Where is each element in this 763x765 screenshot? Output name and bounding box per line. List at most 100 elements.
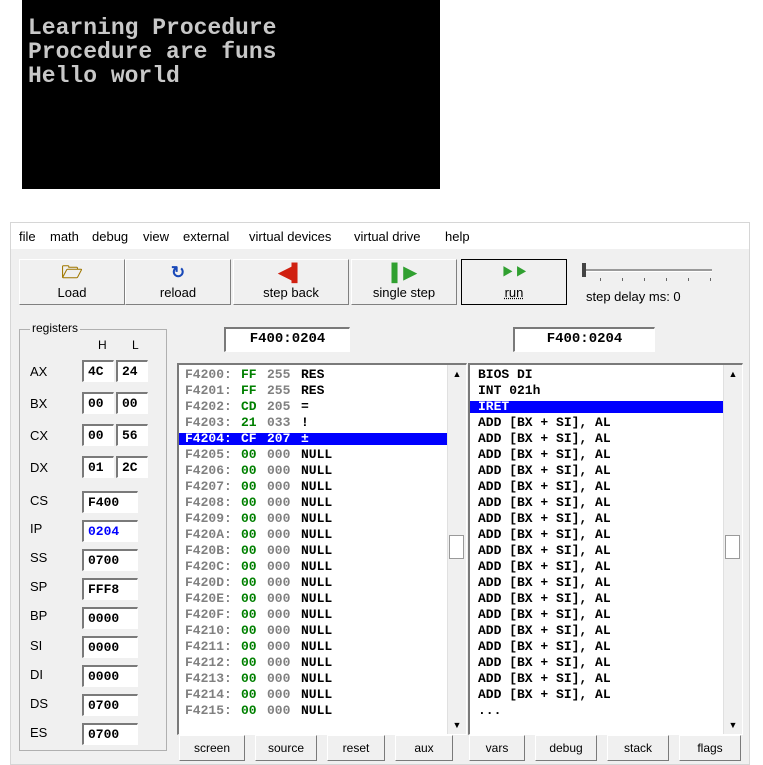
memory-row[interactable]: F4203: 21 033!	[179, 416, 447, 429]
disasm-row[interactable]: ...	[470, 704, 723, 717]
scroll-up-icon[interactable]: ▲	[448, 365, 466, 383]
menu-file[interactable]: file	[19, 229, 36, 244]
disasm-row[interactable]: ADD [BX + SI], AL	[470, 416, 723, 429]
run-button[interactable]: ⯈⯈ run	[461, 259, 567, 305]
disasm-row[interactable]: ADD [BX + SI], AL	[470, 544, 723, 557]
scroll-down-icon[interactable]: ▼	[448, 716, 466, 734]
disasm-row[interactable]: ADD [BX + SI], AL	[470, 576, 723, 589]
memory-row[interactable]: F4209: 00 000 NULL	[179, 512, 447, 525]
disasm-row[interactable]: ADD [BX + SI], AL	[470, 672, 723, 685]
memory-row[interactable]: F420B: 00 000 NULL	[179, 543, 447, 558]
memory-row[interactable]: F420F: 00 000 NULL	[179, 608, 447, 621]
memory-row[interactable]: F4205: 00 000 NULL	[179, 447, 447, 462]
disasm-row[interactable]: IRET	[470, 400, 723, 413]
disasm-row[interactable]: ADD [BX + SI], AL	[470, 528, 723, 541]
source-button[interactable]: source	[255, 735, 317, 761]
memory-row[interactable]: F4215: 00 000 NULL	[179, 704, 447, 717]
memory-row[interactable]: F420E: 00 000 NULL	[179, 592, 447, 605]
disasm-row[interactable]: ADD [BX + SI], AL	[470, 496, 723, 509]
slider-thumb[interactable]	[582, 263, 586, 277]
reg-cs-value[interactable]: F400	[82, 491, 138, 513]
reg-ds-value[interactable]: 0700	[82, 694, 138, 716]
memory-address-field[interactable]: F400:0204	[224, 327, 350, 352]
menu-external[interactable]: external	[183, 229, 229, 244]
memory-row[interactable]: F4212: 00 000 NULL	[179, 656, 447, 669]
reg-ip-value[interactable]: 0204	[82, 520, 138, 542]
step-delay-slider[interactable]	[578, 263, 718, 283]
reg-ax-h[interactable]: 4C	[82, 360, 114, 382]
reg-ss-value[interactable]: 0700	[82, 549, 138, 571]
memory-row[interactable]: F4210: 00 000 NULL	[179, 624, 447, 637]
reg-di-value[interactable]: 0000	[82, 665, 138, 687]
reload-button[interactable]: ↻ reload	[125, 259, 231, 305]
memory-row[interactable]: F4204: CF 207 ±	[179, 432, 447, 445]
menu-debug[interactable]: debug	[92, 229, 128, 244]
stack-button[interactable]: stack	[607, 735, 669, 761]
reg-cx-l[interactable]: 56	[116, 424, 148, 446]
menu-virtual-drive[interactable]: virtual drive	[354, 229, 420, 244]
reg-bx-h[interactable]: 00	[82, 392, 114, 414]
disasm-address-field[interactable]: F400:0204	[513, 327, 655, 352]
memory-row[interactable]: F4213: 00 000 NULL	[179, 672, 447, 685]
disasm-row[interactable]: ADD [BX + SI], AL	[470, 656, 723, 669]
memory-row[interactable]: F4201: FF 255 RES	[179, 384, 447, 397]
disasm-row[interactable]: ADD [BX + SI], AL	[470, 560, 723, 573]
memory-scrollbar[interactable]: ▲ ▼	[447, 365, 466, 734]
scroll-thumb[interactable]	[725, 535, 740, 559]
reg-cx-h[interactable]: 00	[82, 424, 114, 446]
emulator-window: file math debug view external virtual de…	[10, 222, 750, 765]
reg-bp-value[interactable]: 0000	[82, 607, 138, 629]
single-step-button[interactable]: ▌▶ single step	[351, 259, 457, 305]
memory-hex: 00	[241, 543, 257, 558]
disasm-row[interactable]: ADD [BX + SI], AL	[470, 432, 723, 445]
reg-bx-l[interactable]: 00	[116, 392, 148, 414]
disasm-row[interactable]: ADD [BX + SI], AL	[470, 624, 723, 637]
reg-sp-value[interactable]: FFF8	[82, 578, 138, 600]
screen-button[interactable]: screen	[179, 735, 245, 761]
disassembly-list[interactable]: BIOS DI INT 021h IRET ADD [BX + SI], AL ADD …	[468, 363, 743, 735]
reg-dx-l[interactable]: 2C	[116, 456, 148, 478]
memory-row[interactable]: F420D: 00 000 NULL	[179, 576, 447, 589]
memory-row[interactable]: F4207: 00 000 NULL	[179, 480, 447, 493]
memory-char: NULL	[301, 447, 333, 462]
memory-hex: 00	[241, 527, 257, 542]
disasm-row[interactable]: ADD [BX + SI], AL	[470, 640, 723, 653]
aux-button[interactable]: aux	[395, 735, 453, 761]
disasm-row[interactable]: ADD [BX + SI], AL	[470, 608, 723, 621]
step-back-button[interactable]: ◀▌ step back	[233, 259, 349, 305]
memory-row[interactable]: F4206: 00 000 NULL	[179, 464, 447, 477]
scroll-down-icon[interactable]: ▼	[724, 716, 742, 734]
memory-row[interactable]: F4208: 00 000 NULL	[179, 496, 447, 509]
disasm-row[interactable]: ADD [BX + SI], AL	[470, 592, 723, 605]
memory-row[interactable]: F4211: 00 000 NULL	[179, 640, 447, 653]
menu-view[interactable]: view	[143, 229, 169, 244]
disasm-scrollbar[interactable]: ▲ ▼	[723, 365, 742, 734]
reg-si-value[interactable]: 0000	[82, 636, 138, 658]
disasm-row[interactable]: ADD [BX + SI], AL	[470, 480, 723, 493]
scroll-up-icon[interactable]: ▲	[724, 365, 742, 383]
flags-button[interactable]: flags	[679, 735, 741, 761]
memory-row[interactable]: F420A: 00 000 NULL	[179, 527, 447, 542]
reg-ax-l[interactable]: 24	[116, 360, 148, 382]
disasm-row[interactable]: ADD [BX + SI], AL	[470, 688, 723, 701]
load-button[interactable]: 🗁 Load	[19, 259, 125, 305]
menu-math[interactable]: math	[50, 229, 79, 244]
disasm-row[interactable]: ADD [BX + SI], AL	[470, 448, 723, 461]
debug-button[interactable]: debug	[535, 735, 597, 761]
memory-row[interactable]: F4200: FF 255 RES	[179, 368, 447, 381]
vars-button[interactable]: vars	[469, 735, 525, 761]
reg-es-value[interactable]: 0700	[82, 723, 138, 745]
menu-help[interactable]: help	[445, 229, 470, 244]
disasm-row[interactable]: ADD [BX + SI], AL	[470, 512, 723, 525]
reset-button[interactable]: reset	[327, 735, 385, 761]
scroll-thumb[interactable]	[449, 535, 464, 559]
memory-row[interactable]: F4202: CD 205 =	[179, 400, 447, 413]
memory-row[interactable]: F420C: 00 000 NULL	[179, 560, 447, 573]
memory-row[interactable]: F4214: 00 000 NULL	[179, 688, 447, 701]
memory-list[interactable]: F4200: FF 255 RES F4201: FF 255 RES F4202: CD 205 =…	[177, 363, 467, 735]
disasm-row[interactable]: INT 021h	[470, 384, 723, 397]
reg-dx-h[interactable]: 01	[82, 456, 114, 478]
disasm-row[interactable]: ADD [BX + SI], AL	[470, 464, 723, 477]
disasm-row[interactable]: BIOS DI	[470, 368, 723, 381]
menu-virtual-devices[interactable]: virtual devices	[249, 229, 331, 244]
